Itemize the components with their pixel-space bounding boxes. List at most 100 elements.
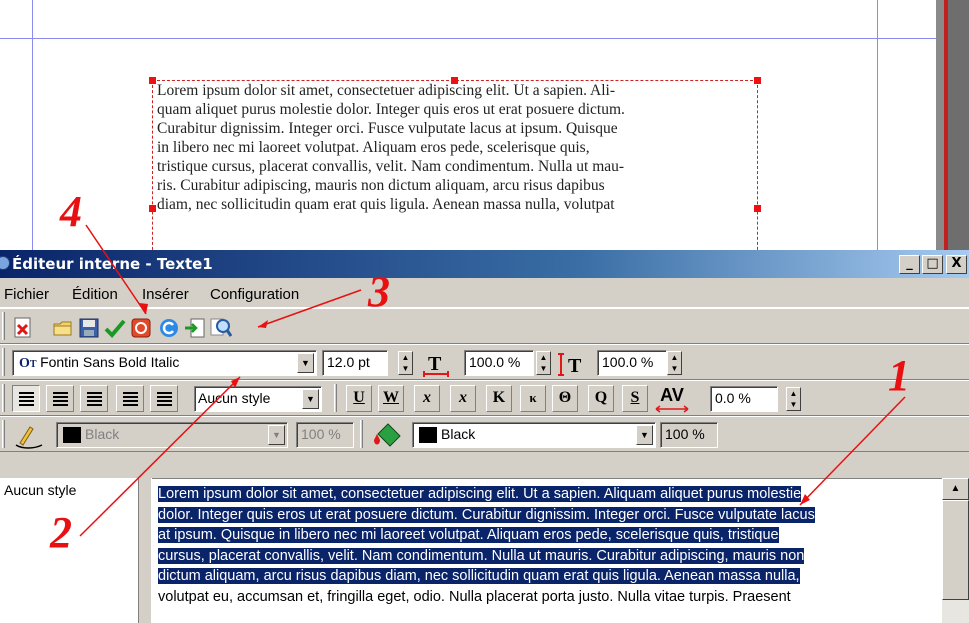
vertical-scale-field[interactable]: 100.0 % <box>597 350 667 376</box>
close-button[interactable]: X <box>946 255 967 274</box>
chevron-down-icon[interactable]: ▼ <box>302 389 319 409</box>
vertical-scale-spinner[interactable]: ▲ ▼ <box>667 351 682 375</box>
font-toolbar: OT Fontin Sans Bold Italic ▼ 12.0 pt ▲ ▼ … <box>0 344 969 380</box>
font-size-spinner[interactable]: ▲ ▼ <box>398 351 413 375</box>
shadow-button[interactable]: S <box>622 385 648 412</box>
font-name-combo[interactable]: OT Fontin Sans Bold Italic ▼ <box>12 350 317 376</box>
word-underline-button[interactable]: W <box>378 385 404 412</box>
toolbar-grip[interactable] <box>334 384 337 412</box>
menu-edition[interactable]: Édition <box>72 286 118 303</box>
maximize-button[interactable]: □ <box>922 255 943 274</box>
horizontal-scale-field[interactable]: 100.0 % <box>464 350 534 376</box>
annotation-number-4: 4 <box>60 187 82 236</box>
app-icon <box>0 256 10 270</box>
align-force-justify-button[interactable] <box>150 385 178 412</box>
underline-button[interactable]: U <box>346 385 372 412</box>
svg-text:T: T <box>568 355 582 377</box>
selected-text-line: dictum aliquam, arcu risus dapibus diam,… <box>158 568 800 584</box>
color-swatch <box>419 427 437 444</box>
small-caps-button[interactable]: κ <box>520 385 546 412</box>
menu-inserer[interactable]: Insérer <box>142 286 189 303</box>
frame-handle-ml[interactable] <box>149 205 156 212</box>
subscript-button[interactable]: x <box>414 385 440 412</box>
align-left-button[interactable] <box>12 385 40 412</box>
stop-icon[interactable] <box>130 317 152 339</box>
frame-handle-tl[interactable] <box>149 77 156 84</box>
frame-handle-tr[interactable] <box>754 77 761 84</box>
superscript-button[interactable]: x <box>450 385 476 412</box>
text-frame[interactable]: Lorem ipsum dolor sit amet, consectetuer… <box>149 77 761 260</box>
align-justify-icon <box>123 392 138 406</box>
align-center-icon <box>53 392 68 406</box>
stroke-color-combo[interactable]: Black ▼ <box>56 422 288 448</box>
frame-line: ris. Curabitur adipiscing, mauris non di… <box>157 177 605 194</box>
close-doc-icon[interactable] <box>12 317 34 339</box>
chevron-down-icon[interactable]: ▼ <box>636 425 653 445</box>
font-size-field[interactable]: 12.0 pt <box>322 350 388 376</box>
editor-text[interactable]: Lorem ipsum dolor sit amet, consectetuer… <box>158 484 938 607</box>
stroke-pen-icon[interactable] <box>14 423 44 449</box>
title-bar[interactable]: Éditeur interne - Texte1 _ □ X <box>0 250 969 278</box>
fill-shade-field[interactable]: 100 % <box>660 422 718 448</box>
frame-line: tristique cursus, placerat convallis, ve… <box>157 158 625 175</box>
selected-text-line: Lorem ipsum dolor sit amet, consectetuer… <box>158 486 802 502</box>
stroke-color-value: Black <box>85 426 120 442</box>
frame-line: diam, nec sollicitudin quam erat quis li… <box>157 196 615 213</box>
fill-color-value: Black <box>441 426 476 442</box>
toolbar-grip[interactable] <box>2 384 5 412</box>
text-editor-area[interactable]: Lorem ipsum dolor sit amet, consectetuer… <box>152 478 942 623</box>
open-folder-icon[interactable] <box>52 317 74 339</box>
internal-editor-window: Éditeur interne - Texte1 _ □ X Fichier É… <box>0 250 969 623</box>
panel-splitter[interactable] <box>138 478 152 623</box>
frame-handle-mr[interactable] <box>754 205 761 212</box>
text-line: volutpat eu, accumsan et, fringilla eget… <box>158 588 791 605</box>
page-shadow <box>948 0 969 250</box>
save-icon[interactable] <box>78 317 100 339</box>
scroll-thumb[interactable] <box>942 500 969 600</box>
selected-text-line: at ipsum. Quisque in libero nec mi laore… <box>158 527 779 543</box>
align-right-button[interactable] <box>80 385 108 412</box>
toolbar-grip[interactable] <box>2 420 5 448</box>
annotation-number-2: 2 <box>50 508 72 557</box>
vertical-scrollbar[interactable]: ▲ <box>942 478 969 623</box>
kerning-field[interactable]: 0.0 % <box>710 386 778 412</box>
vertical-guide-right <box>877 0 878 250</box>
import-text-icon[interactable] <box>184 317 206 339</box>
document-canvas[interactable]: Lorem ipsum dolor sit amet, consectetuer… <box>0 0 969 260</box>
chevron-down-icon[interactable]: ▼ <box>268 425 285 445</box>
format-toolbar: Aucun style ▼ U W x x K κ Θ Q S AV 0.0 %… <box>0 380 969 416</box>
fill-bucket-icon[interactable] <box>372 422 404 450</box>
menu-configuration[interactable]: Configuration <box>210 286 299 303</box>
toolbar-grip[interactable] <box>2 312 5 340</box>
apply-checkmark-icon[interactable] <box>104 317 126 339</box>
strikethrough-button[interactable]: Θ <box>552 385 578 412</box>
color-swatch <box>63 427 81 444</box>
align-right-icon <box>87 392 102 406</box>
align-justify-button[interactable] <box>116 385 144 412</box>
styles-list-item[interactable]: Aucun style <box>4 482 76 498</box>
svg-text:T: T <box>428 353 442 375</box>
chevron-down-icon[interactable]: ▼ <box>297 353 314 373</box>
stroke-shade-field[interactable]: 100 % <box>296 422 354 448</box>
selected-text-line: dolor. Integer quis eros ut erat posuere… <box>158 506 815 523</box>
minimize-button[interactable]: _ <box>899 255 920 274</box>
paragraph-style-combo[interactable]: Aucun style ▼ <box>194 386 322 412</box>
refresh-icon[interactable] <box>158 317 180 339</box>
horizontal-guide <box>0 38 940 39</box>
kerning-spinner[interactable]: ▲ ▼ <box>786 387 801 411</box>
align-center-button[interactable] <box>46 385 74 412</box>
selected-text-line: cursus, placerat convallis, velit. Nam c… <box>158 547 805 564</box>
vertical-scale-icon: T <box>556 351 586 377</box>
scroll-up-arrow-icon[interactable]: ▲ <box>942 478 969 500</box>
toolbar-grip[interactable] <box>360 420 363 448</box>
all-caps-button[interactable]: K <box>486 385 512 412</box>
menu-fichier[interactable]: Fichier <box>4 286 49 303</box>
page-edge <box>936 0 944 250</box>
fill-color-combo[interactable]: Black ▼ <box>412 422 656 448</box>
frame-line: Curabitur dignissim. Integer orci. Fusce… <box>157 120 618 137</box>
horizontal-scale-spinner[interactable]: ▲ ▼ <box>536 351 551 375</box>
toolbar-grip[interactable] <box>2 348 5 376</box>
outline-button[interactable]: Q <box>588 385 614 412</box>
search-icon[interactable] <box>210 317 233 339</box>
menu-bar: Fichier Édition Insérer Configuration <box>0 278 969 308</box>
